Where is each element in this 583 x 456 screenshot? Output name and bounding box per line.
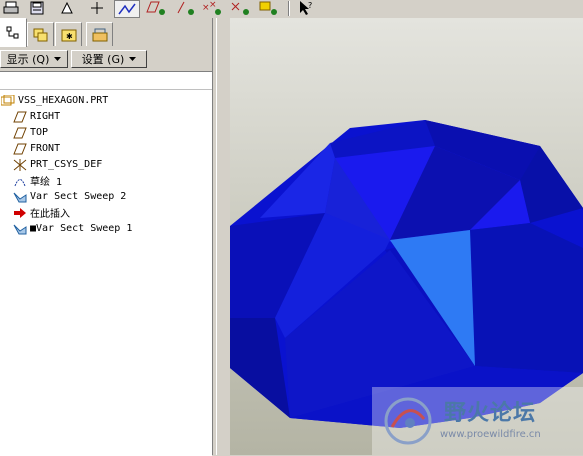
save-icon[interactable] <box>28 0 46 16</box>
insert-here-icon <box>12 206 28 220</box>
help-cursor-icon[interactable]: ? <box>296 0 316 16</box>
forum-url: www.proewildfire.cn <box>440 429 541 440</box>
graphics-viewport[interactable]: 野火论坛 www.proewildfire.cn <box>230 18 583 455</box>
tree-item-front[interactable]: FRONT <box>12 141 60 156</box>
tree-item-insert-here[interactable]: 在此插入 <box>12 205 70 220</box>
tree-item-right[interactable]: RIGHT <box>12 109 60 124</box>
toolbar-separator <box>288 1 290 16</box>
svg-text:✱: ✱ <box>66 32 73 41</box>
layer-tab[interactable] <box>27 22 54 46</box>
tree-item-label: PRT_CSYS_DEF <box>30 159 103 170</box>
repaint-icon[interactable] <box>58 0 76 16</box>
tree-item-part[interactable]: VSS_HEXAGON.PRT <box>0 93 108 108</box>
csys-display-icon[interactable] <box>228 0 254 16</box>
svg-text:×: × <box>209 0 217 10</box>
model-tree: VSS_HEXAGON.PRT RIGHT TOP FRONT PRT_CSYS… <box>0 71 212 456</box>
settings-dropdown-label: 设置 (G) <box>81 53 125 66</box>
part-icon <box>0 94 16 108</box>
sweep-icon <box>12 222 28 236</box>
point-display-icon[interactable]: × × <box>200 0 226 16</box>
settings-dropdown[interactable]: 设置 (G) <box>71 50 147 68</box>
svg-text:?: ? <box>308 1 312 10</box>
tree-item-label: FRONT <box>30 143 61 154</box>
folder-tab[interactable]: ✱ <box>55 22 82 46</box>
csys-icon <box>12 158 28 172</box>
layer-display-icon[interactable] <box>256 0 282 16</box>
datum-axes-icon[interactable] <box>88 0 106 16</box>
tree-item-label: 草绘 1 <box>30 177 63 188</box>
panel-splitter[interactable] <box>212 18 231 455</box>
tree-item-label: TOP <box>30 127 49 138</box>
tree-item-label: Var Sect Sweep 2 <box>30 191 127 202</box>
datum-plane-icon <box>12 126 28 140</box>
tree-item-label: ■Var Sect Sweep 1 <box>30 223 133 234</box>
forum-title: 野火论坛 <box>444 401 537 426</box>
tree-options-row: 显示 (Q) 设置 (G) <box>0 50 216 70</box>
datum-plane-icon <box>12 142 28 156</box>
tree-item-sweep-2[interactable]: Var Sect Sweep 2 <box>12 189 126 204</box>
tree-item-label: RIGHT <box>30 111 61 122</box>
chevron-down-icon <box>129 56 137 61</box>
tree-item-sweep-1[interactable]: ■Var Sect Sweep 1 <box>12 221 132 236</box>
show-dropdown-label: 显示 (Q) <box>6 53 50 66</box>
main-toolbar: × × ? <box>0 0 583 19</box>
plane-display-icon[interactable] <box>144 0 170 16</box>
tree-item-label: 在此插入 <box>30 209 70 220</box>
model-tree-tab[interactable] <box>0 18 27 47</box>
navigator-panel: ✱ 显示 (Q) 设置 (G) VSS_HEXAGON.PRT RIGHT TO… <box>0 18 216 456</box>
axis-display-icon[interactable] <box>173 0 199 16</box>
forum-logo-icon <box>384 397 432 445</box>
forum-watermark: 野火论坛 www.proewildfire.cn <box>372 387 583 455</box>
datum-plane-icon <box>12 110 28 124</box>
favorites-tab[interactable] <box>86 22 113 46</box>
sketch-icon[interactable] <box>114 0 140 18</box>
navigator-tabs: ✱ <box>0 18 216 47</box>
print-icon[interactable] <box>2 0 20 16</box>
tree-item-sketch[interactable]: 草绘 1 <box>12 173 62 188</box>
tree-item-csys[interactable]: PRT_CSYS_DEF <box>12 157 102 172</box>
tree-item-top[interactable]: TOP <box>12 125 48 140</box>
tree-header-bar <box>0 72 212 90</box>
show-dropdown[interactable]: 显示 (Q) <box>0 50 68 68</box>
sketch-icon <box>12 174 28 188</box>
sweep-icon <box>12 190 28 204</box>
chevron-down-icon <box>54 56 62 61</box>
tree-item-label: VSS_HEXAGON.PRT <box>18 95 109 106</box>
